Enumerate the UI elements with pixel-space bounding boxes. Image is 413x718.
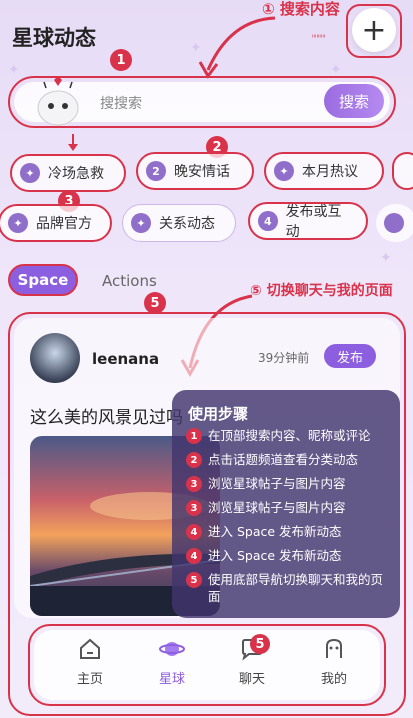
topic-label: 本月热议 [302,164,358,180]
home-icon [80,638,100,659]
plus-icon: + [361,12,387,48]
topic-icon [384,213,404,233]
step-marker: 5 [144,292,166,314]
avatar[interactable] [30,333,80,383]
guide-step: 3 浏览星球帖子与图片内容 [186,475,392,492]
topic-chip[interactable]: ✦ 关系动态 [122,204,236,242]
topic-chip[interactable]: ✦ 本月热议 [264,152,384,190]
sparkle-icon: ✦ [8,62,20,78]
search-button[interactable]: 搜索 [324,84,384,118]
topic-label: 品牌官方 [36,216,92,232]
topic-label: 发布或互动 [285,204,342,240]
guide-title: 使用步骤 [188,405,249,423]
annotation-switch-label: ⑤ 切换聊天与我的页面 [250,283,393,299]
mascot-icon [37,76,79,126]
topic-chip[interactable]: 2 晚安情话 [136,152,254,190]
nav-item-profile[interactable]: 我的 [304,636,364,687]
publish-button[interactable]: 发布 [324,344,376,368]
nav-label: 星球 [158,672,185,687]
topic-icon: ✦ [8,213,28,233]
topic-label: 晚安情话 [174,164,230,180]
topic-label: 冷场急救 [48,166,104,182]
arrow-icon [198,16,276,79]
search-placeholder: 搜搜索 [100,96,142,112]
arrow-down-icon [68,134,78,151]
nav-label: 我的 [320,672,347,687]
topic-chip[interactable]: ✦ 品牌官方 [0,204,112,242]
topic-icon: 2 [146,161,166,181]
topic-icon: ✦ [20,163,40,183]
guide-step: 4 进入 Space 发布新动态 [186,523,392,540]
topic-icon: 4 [258,211,278,231]
chat-badge: 5 [250,634,270,654]
topic-chip[interactable]: ✦ 冷场急救 [10,154,126,192]
profile-icon [326,638,342,658]
topic-icon: ✦ [131,213,151,233]
guide-step: 2 点击话题频道查看分类动态 [186,451,392,468]
post-time: 39分钟前 [258,351,310,365]
sparkle-icon: ✦ [380,250,392,266]
topic-chip-partial[interactable] [376,204,413,242]
tab-space[interactable]: Space [8,264,78,296]
planet-icon [159,642,185,656]
guide-step: 1 在顶部搜索内容、昵称或评论 [186,427,392,444]
topic-chip-partial[interactable] [392,152,413,190]
step-marker: 1 [110,49,132,71]
nav-label: 聊天 [238,672,265,687]
guide-step: 5 使用底部导航切换聊天和我的页面 [186,571,392,605]
page-title: 星球动态 [12,26,96,50]
nav-label: 主页 [76,672,103,687]
topic-label: 关系动态 [159,216,215,232]
tiny-text: ᴵᴵᴵᴵᴵᴵᴵᴵᴵ [312,33,326,42]
nav-item-planet[interactable]: 星球 [142,636,202,687]
guide-step: 3 浏览星球帖子与图片内容 [186,499,392,516]
post-text: 这么美的风景见过吗 [30,408,183,428]
topic-chip[interactable]: 4 发布或互动 [248,202,368,240]
add-post-button[interactable]: + [352,8,396,52]
tab-actions[interactable]: Actions [102,272,157,290]
nav-item-home[interactable]: 主页 [60,636,120,687]
guide-step: 4 进入 Space 发布新动态 [186,547,392,564]
topic-icon: ✦ [274,161,294,181]
post-username[interactable]: leenana [92,350,159,368]
